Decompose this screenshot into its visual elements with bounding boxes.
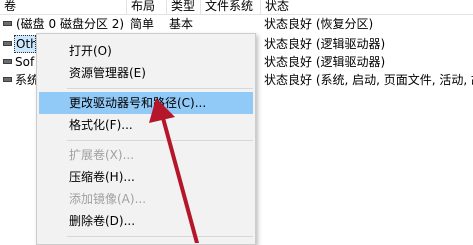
drive-icon: [3, 77, 12, 82]
volume-type: 基本: [169, 17, 194, 31]
volume-status: 状态良好 (逻辑驱动器): [264, 37, 386, 51]
menu-item-open[interactable]: 打开(O): [39, 40, 253, 62]
menu-item-explorer[interactable]: 资源管理器(E): [39, 62, 253, 84]
column-header-type[interactable]: 类型: [166, 0, 200, 14]
volume-name: 系统: [15, 73, 36, 87]
volume-layout: 简单: [130, 17, 155, 31]
menu-separator: [67, 140, 253, 141]
column-header-status[interactable]: 状态: [260, 0, 473, 14]
menu-item-shrink-volume[interactable]: 压缩卷(H)...: [39, 166, 253, 188]
volume-status: 状态良好 (系统, 启动, 页面文件, 活动, 故: [264, 73, 473, 87]
column-header-layout[interactable]: 布局: [126, 0, 166, 14]
volume-status: 状态良好 (逻辑驱动器): [264, 55, 386, 69]
menu-separator: [67, 88, 253, 89]
volume-name: Oth: [14, 35, 36, 53]
column-header-volume[interactable]: 卷: [0, 0, 126, 14]
drive-icon: [3, 41, 12, 46]
drive-icon: [3, 21, 12, 26]
menu-item-format[interactable]: 格式化(F)...: [39, 114, 253, 136]
menu-item-change-drive-letter[interactable]: 更改驱动器号和路径(C)...: [39, 92, 253, 114]
volume-list-header: 卷 布局 类型 文件系统 状态: [0, 0, 473, 15]
menu-separator: [67, 236, 253, 237]
volume-status: 状态良好 (恢复分区): [264, 17, 374, 31]
volume-name: (磁盘 0 磁盘分区 2): [16, 17, 124, 31]
column-header-filesystem[interactable]: 文件系统: [200, 0, 260, 14]
volume-row[interactable]: (磁盘 0 磁盘分区 2) 简单 基本 状态良好 (恢复分区): [0, 15, 473, 33]
menu-item-extend-volume: 扩展卷(X)...: [69, 148, 135, 162]
menu-item-delete-volume[interactable]: 删除卷(D)...: [39, 210, 253, 232]
menu-item-add-mirror: 添加镜像(A)...: [69, 192, 147, 206]
volume-name: Sof: [15, 55, 35, 69]
context-menu: 打开(O) 资源管理器(E) 更改驱动器号和路径(C)... 格式化(F)...…: [36, 33, 256, 245]
drive-icon: [3, 59, 12, 64]
